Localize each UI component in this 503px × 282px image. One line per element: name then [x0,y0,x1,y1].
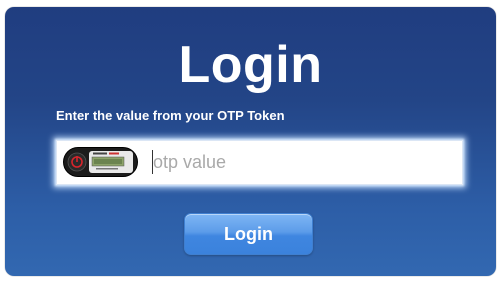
otp-token-icon [63,147,138,177]
otp-field[interactable] [56,140,463,185]
otp-instruction-label: Enter the value from your OTP Token [56,108,285,123]
otp-input[interactable] [153,148,453,176]
page-title: Login [178,36,323,94]
login-panel: Login Enter the value from your OTP Toke… [5,7,496,276]
login-button[interactable]: Login [184,213,313,255]
